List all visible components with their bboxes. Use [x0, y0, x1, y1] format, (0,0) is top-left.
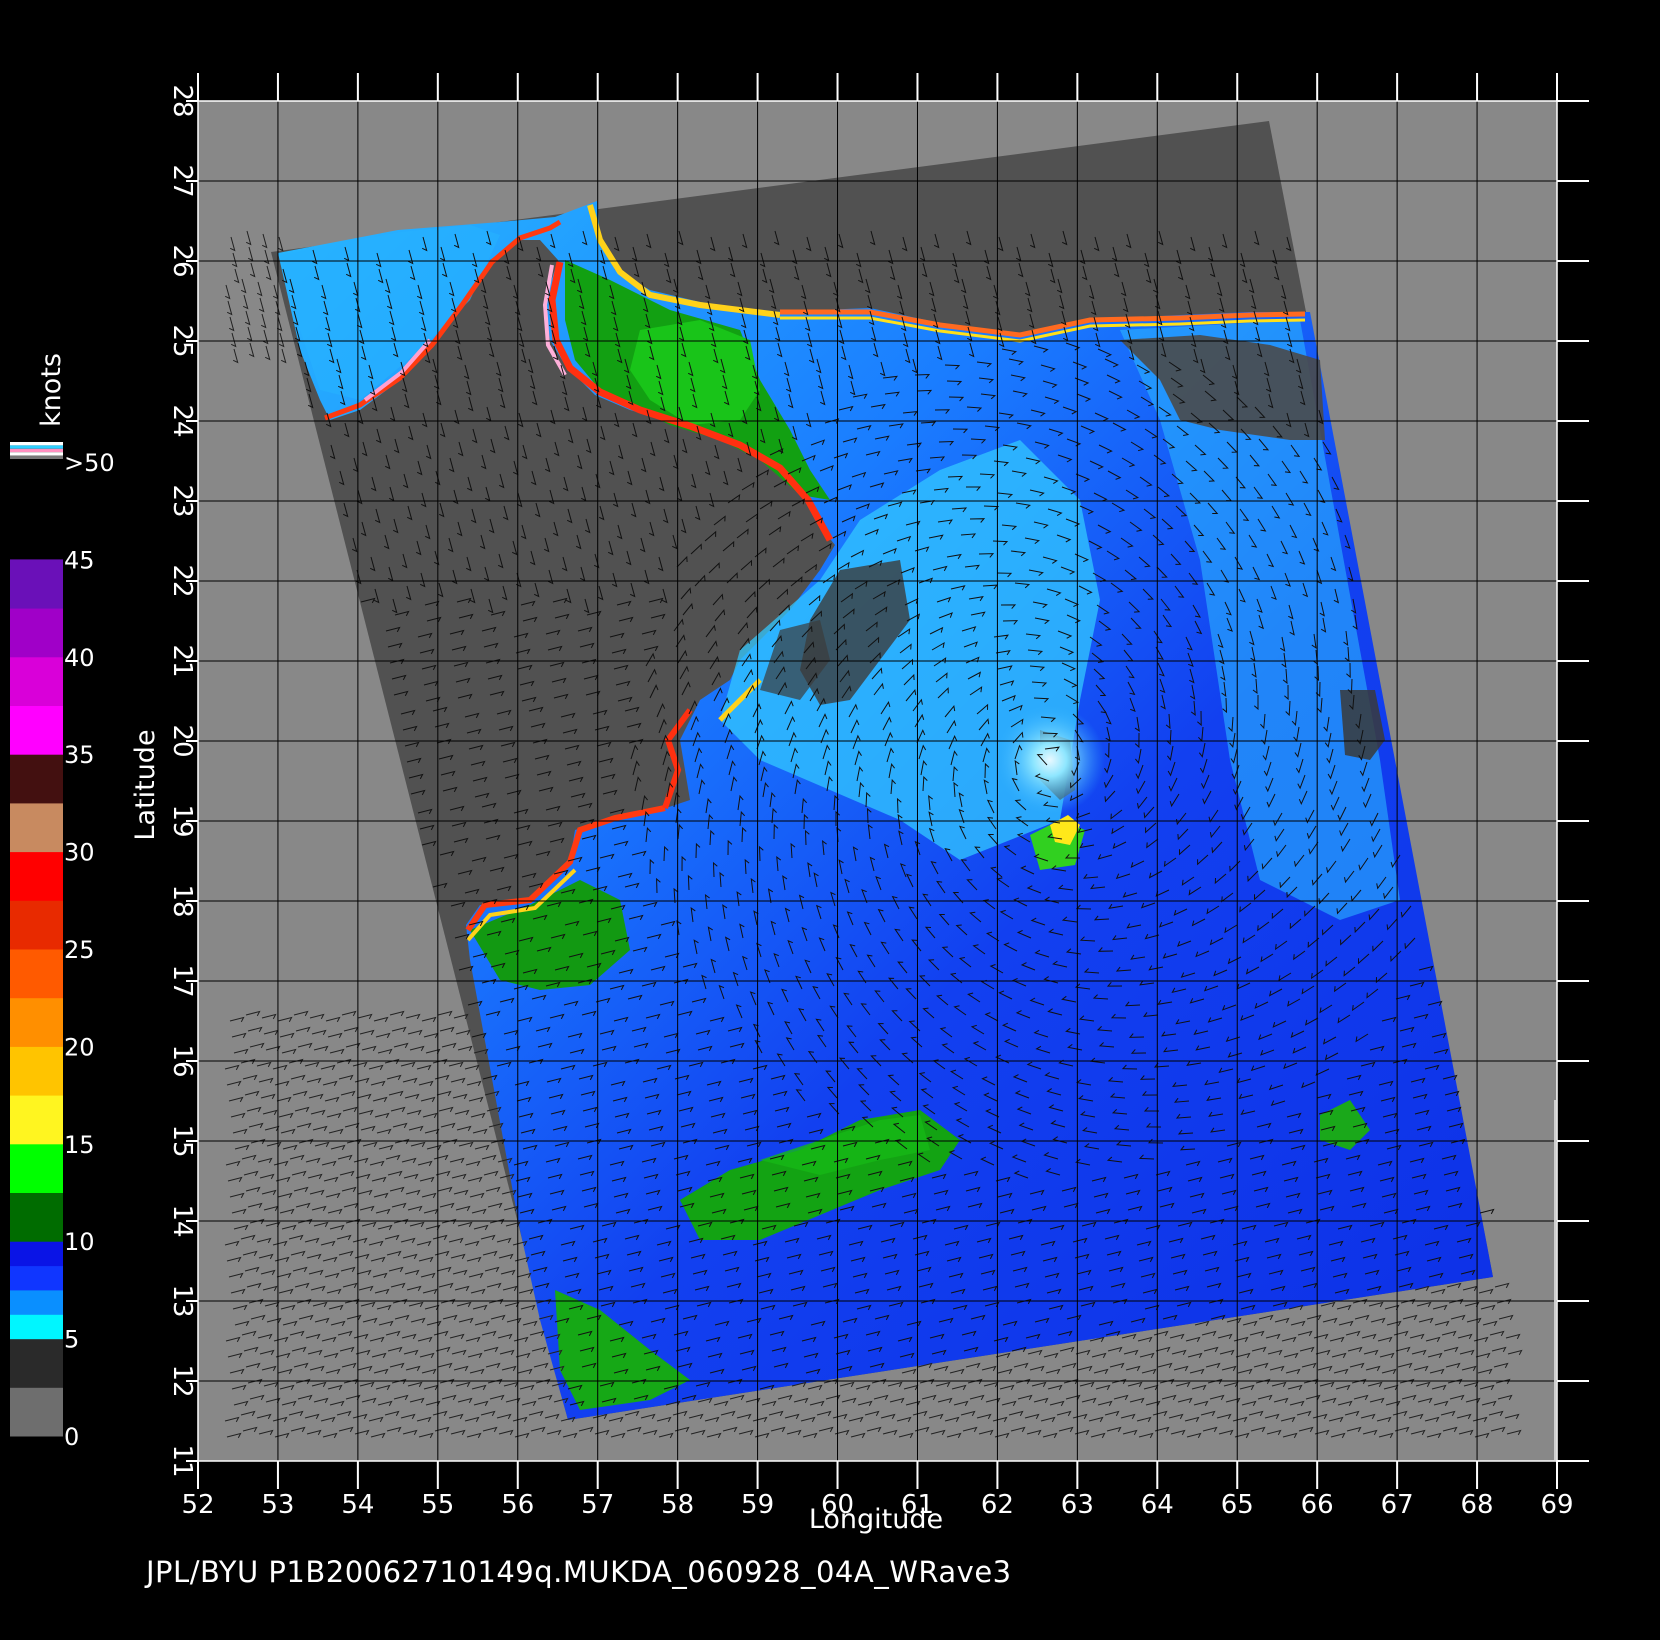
legend-label: 20 — [64, 1033, 95, 1061]
y-tick-label: 27 — [167, 164, 197, 197]
y-axis-label: Latitude — [130, 729, 161, 840]
y-tick-label: 14 — [167, 1204, 197, 1237]
legend-band-20-25 — [10, 1046, 63, 1096]
legend-label: 5 — [64, 1326, 79, 1354]
color-legend — [10, 442, 63, 1437]
x-tick-label: 59 — [741, 1490, 774, 1520]
y-tick-label: 15 — [167, 1124, 197, 1157]
legend-label: 40 — [64, 644, 95, 672]
legend-band-35-40 — [10, 802, 63, 853]
x-tick-label: 64 — [1141, 1490, 1174, 1520]
legend-label: >50 — [64, 449, 115, 477]
x-tick-label: 63 — [1061, 1490, 1094, 1520]
legend-label: 35 — [64, 741, 95, 769]
legend-band-5-15 — [10, 1265, 63, 1291]
legend-band-5-15 — [10, 1314, 63, 1340]
legend-label: 45 — [64, 546, 95, 574]
y-tick-label: 25 — [167, 324, 197, 357]
legend-band-30-35 — [10, 900, 63, 950]
legend-top-stripe — [10, 445, 63, 449]
y-tick-label: 13 — [167, 1284, 197, 1317]
x-tick-label: 54 — [341, 1490, 374, 1520]
y-tick-label: 23 — [167, 484, 197, 517]
legend-label: 10 — [64, 1228, 95, 1256]
x-tick-label: 56 — [501, 1490, 534, 1520]
y-tick-label: 11 — [167, 1444, 197, 1477]
legend-top-stripe — [10, 442, 63, 446]
y-axis-tick-labels: 11 12 13 14 15 16 17 18 19 20 21 22 23 24 25 26 27 28 — [167, 84, 197, 1477]
legend-top-stripe — [10, 455, 63, 459]
legend-top-stripe — [10, 448, 63, 453]
legend-band-25-30 — [10, 997, 63, 1047]
legend-label: 15 — [64, 1131, 95, 1159]
x-tick-label: 53 — [261, 1490, 294, 1520]
legend-band-5-15 — [10, 1289, 63, 1315]
y-tick-label: 20 — [167, 724, 197, 757]
x-tick-label: 67 — [1381, 1490, 1414, 1520]
legend-band-5-15 — [10, 1241, 63, 1267]
legend-band-45-50 — [10, 608, 63, 658]
legend-band-15-20 — [10, 1143, 63, 1193]
legend-labels: >50 45 40 35 30 25 20 15 10 5 0 — [64, 449, 115, 1451]
legend-band-0-5 — [10, 1387, 63, 1437]
legend-label: 25 — [64, 936, 95, 964]
x-tick-label: 65 — [1221, 1490, 1254, 1520]
y-tick-label: 16 — [167, 1044, 197, 1077]
legend-top-stripe — [10, 452, 63, 456]
x-tick-label: 55 — [421, 1490, 454, 1520]
cyclone-center — [995, 705, 1105, 815]
x-tick-label: 57 — [581, 1490, 614, 1520]
legend-unit: knots — [36, 353, 67, 427]
legend-band-35-40 — [10, 754, 63, 804]
y-tick-label: 17 — [167, 964, 197, 997]
legend-band-15-20 — [10, 1192, 63, 1242]
x-tick-label: 66 — [1301, 1490, 1334, 1520]
legend-band-40-45 — [10, 705, 63, 755]
legend-band-40-45 — [10, 656, 63, 706]
footer-caption: JPL/BYU P1B20062710149q.MUKDA_060928_04A… — [146, 1555, 1012, 1589]
wind-map-figure: 52 53 54 55 56 57 58 59 60 61 62 63 64 65 66 67 68 69 111… — [10, 73, 1589, 1535]
x-axis-label: Longitude — [809, 1504, 943, 1535]
legend-label: 30 — [64, 839, 95, 867]
x-tick-label: 52 — [181, 1490, 214, 1520]
legend-band-30-35 — [10, 851, 63, 901]
y-tick-label: 18 — [167, 884, 197, 917]
x-tick-label: 69 — [1540, 1490, 1573, 1520]
legend-label: 0 — [64, 1423, 79, 1451]
legend-band-45-50 — [10, 559, 63, 609]
x-tick-label: 68 — [1461, 1490, 1494, 1520]
x-tick-label: 62 — [981, 1490, 1014, 1520]
y-tick-label: 19 — [167, 804, 197, 837]
y-tick-label: 26 — [167, 244, 197, 277]
y-tick-label: 28 — [167, 84, 197, 117]
y-tick-label: 22 — [167, 564, 197, 597]
x-tick-label: 58 — [661, 1490, 694, 1520]
y-tick-label: 24 — [167, 404, 197, 437]
y-tick-label: 12 — [167, 1364, 197, 1397]
y-tick-label: 21 — [167, 644, 197, 677]
legend-band-25-30 — [10, 949, 63, 999]
legend-band-20-25 — [10, 1095, 63, 1145]
legend-band-0-5 — [10, 1338, 63, 1388]
